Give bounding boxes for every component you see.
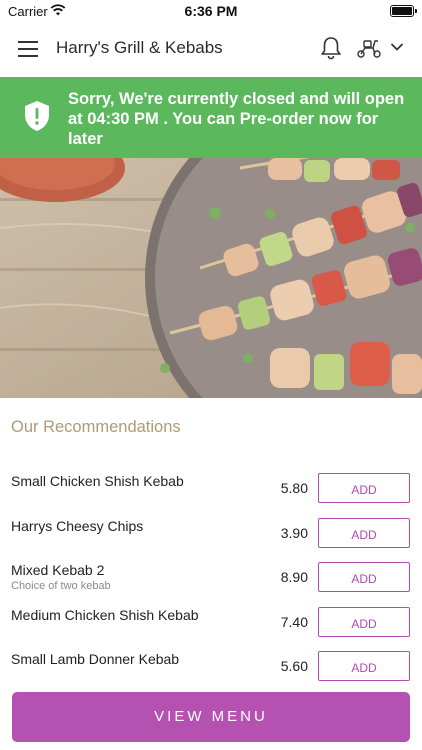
add-button[interactable]: ADD xyxy=(318,651,410,681)
closed-notice-text: Sorry, We're currently closed and will o… xyxy=(68,90,405,148)
item-price: 3.90 xyxy=(280,524,308,541)
restaurant-title: Harry's Grill & Kebabs xyxy=(56,38,223,57)
scooter-icon[interactable] xyxy=(356,37,382,59)
item-name: Harrys Cheesy Chips xyxy=(11,517,144,534)
add-button[interactable]: ADD xyxy=(318,517,410,548)
list-item: Mixed Kebab 2 Choice of two kebab 8.90 A… xyxy=(0,551,422,596)
status-bar: Carrier 6:36 PM xyxy=(0,0,422,22)
add-button[interactable]: ADD xyxy=(318,562,410,592)
app-header: Harry's Grill & Kebabs xyxy=(0,22,422,77)
list-item: Harrys Cheesy Chips 3.90 ADD xyxy=(0,507,422,552)
item-price: 5.60 xyxy=(280,658,308,674)
battery-icon xyxy=(390,5,417,17)
item-price: 7.40 xyxy=(280,613,308,630)
item-price: 8.90 xyxy=(280,569,308,585)
item-name: Mixed Kebab 2 xyxy=(11,562,105,578)
clock: 6:36 PM xyxy=(184,3,238,19)
item-price: 5.80 xyxy=(280,480,308,496)
item-name: Small Chicken Shish Kebab xyxy=(11,473,184,489)
list-item: Small Lamb Donner Kebab 5.60 ADD xyxy=(0,640,422,685)
add-button[interactable]: ADD xyxy=(318,473,410,503)
menu-icon[interactable] xyxy=(18,41,38,57)
recommendations-heading: Our Recommendations xyxy=(11,418,181,436)
item-name: Small Lamb Donner Kebab xyxy=(11,651,180,667)
item-name: Medium Chicken Shish Kebab xyxy=(11,606,199,623)
recommendations-list: Small Chicken Shish Kebab 5.80 ADD Harry… xyxy=(0,462,422,685)
chevron-down-icon[interactable] xyxy=(390,40,404,54)
list-item: Medium Chicken Shish Kebab 7.40 ADD xyxy=(0,596,422,641)
item-subtitle: Choice of two kebab xyxy=(11,580,111,592)
add-button[interactable]: ADD xyxy=(318,606,410,637)
shield-alert-icon xyxy=(25,101,49,131)
hero-food-image xyxy=(0,158,422,398)
closed-notice-banner: Sorry, We're currently closed and will o… xyxy=(0,77,422,158)
view-menu-button[interactable]: VIEW MENU xyxy=(12,692,410,742)
list-item: Small Chicken Shish Kebab 5.80 ADD xyxy=(0,462,422,507)
bell-icon[interactable] xyxy=(320,36,342,60)
